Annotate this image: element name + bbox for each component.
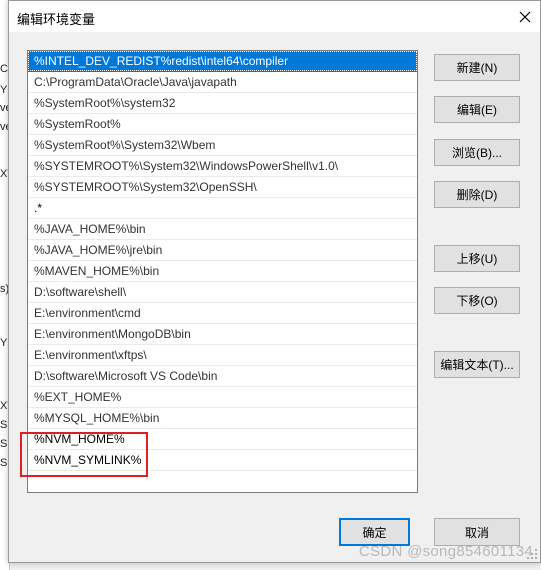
bg-fragment: C [0,63,8,75]
path-list-item[interactable]: %SystemRoot%\system32 [28,93,417,114]
edit-button[interactable]: 编辑(E) [434,96,520,123]
path-list[interactable]: %INTEL_DEV_REDIST%redist\intel64\compile… [27,50,418,493]
path-list-item[interactable]: %MAVEN_HOME%\bin [28,261,417,282]
ok-button[interactable]: 确定 [339,518,410,546]
path-list-item[interactable]: D:\software\shell\ [28,282,417,303]
path-list-item[interactable]: %EXT_HOME% [28,387,417,408]
edit-env-variable-dialog: 编辑环境变量 %INTEL_DEV_REDIST%redist\intel64\… [8,0,541,563]
cancel-button[interactable]: 取消 [434,518,520,546]
path-list-item[interactable]: %SYSTEMROOT%\System32\WindowsPowerShell\… [28,156,417,177]
watermark: CSDN @song854601134 [358,543,533,560]
close-button[interactable] [510,1,540,32]
path-list-item[interactable]: %JAVA_HOME%\jre\bin [28,240,417,261]
path-list-item[interactable]: E:\environment\cmd [28,303,417,324]
edit-text-button[interactable]: 编辑文本(T)... [434,351,520,378]
path-list-item[interactable]: %INTEL_DEV_REDIST%redist\intel64\compile… [28,51,417,72]
path-list-item[interactable]: %SYSTEMROOT%\System32\OpenSSH\ [28,177,417,198]
move-down-button[interactable]: 下移(O) [434,287,520,314]
path-list-item[interactable]: E:\environment\MongoDB\bin [28,324,417,345]
browse-button[interactable]: 浏览(B)... [434,139,520,166]
path-list-item[interactable]: %SystemRoot% [28,114,417,135]
path-list-item[interactable]: %MYSQL_HOME%\bin [28,408,417,429]
delete-button[interactable]: 删除(D) [434,181,520,208]
path-list-item[interactable]: %NVM_SYMLINK% [28,450,417,471]
path-list-item[interactable] [28,471,417,492]
close-icon [519,11,531,22]
path-list-item[interactable]: %JAVA_HOME%\bin [28,219,417,240]
path-list-item[interactable]: %SystemRoot%\System32\Wbem [28,135,417,156]
dialog-title: 编辑环境变量 [17,12,96,27]
path-list-item[interactable]: E:\environment\xftps\ [28,345,417,366]
path-list-item[interactable]: .* [28,198,417,219]
path-list-item[interactable]: C:\ProgramData\Oracle\Java\javapath [28,72,417,93]
move-up-button[interactable]: 上移(U) [434,245,520,272]
new-button[interactable]: 新建(N) [434,54,520,81]
title-bar[interactable]: 编辑环境变量 [9,1,540,32]
path-list-item[interactable]: D:\software\Microsoft VS Code\bin [28,366,417,387]
path-list-item[interactable]: %NVM_HOME% [28,429,417,450]
